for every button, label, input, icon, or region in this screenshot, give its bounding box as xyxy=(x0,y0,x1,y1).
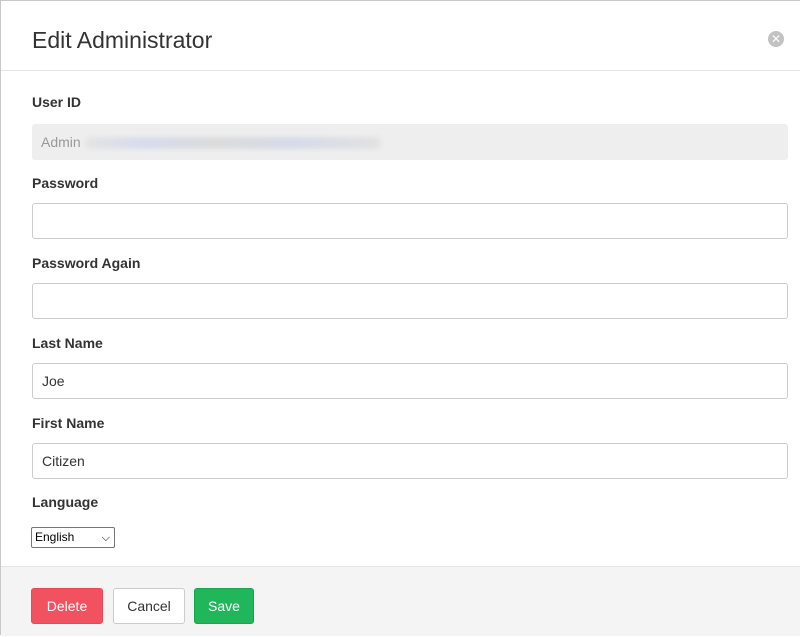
chevron-down-icon: ⌵ xyxy=(101,532,110,544)
dialog-header: Edit Administrator ✕ xyxy=(1,1,800,71)
dialog-footer: Delete Cancel Save xyxy=(1,566,800,636)
last-name-label: Last Name xyxy=(32,335,103,351)
dialog-title: Edit Administrator xyxy=(32,27,213,53)
language-select[interactable]: English ⌵ xyxy=(31,527,115,548)
password-again-label: Password Again xyxy=(32,255,141,271)
close-icon[interactable]: ✕ xyxy=(768,31,784,47)
language-selected-value: English xyxy=(35,530,75,544)
user-id-field: Admin xyxy=(32,124,788,160)
password-again-field[interactable] xyxy=(32,283,788,319)
delete-button[interactable]: Delete xyxy=(31,588,103,624)
cancel-button[interactable]: Cancel xyxy=(113,588,185,624)
first-name-label: First Name xyxy=(32,415,105,431)
save-button[interactable]: Save xyxy=(194,588,254,624)
user-id-value: Admin xyxy=(41,134,81,150)
password-label: Password xyxy=(32,175,99,191)
password-field[interactable] xyxy=(32,203,788,239)
language-label: Language xyxy=(32,494,99,510)
first-name-field[interactable] xyxy=(32,443,788,479)
redacted-text xyxy=(84,137,381,150)
edit-administrator-dialog: Edit Administrator ✕ User ID Admin Passw… xyxy=(0,0,800,636)
user-id-label: User ID xyxy=(32,94,82,110)
last-name-field[interactable] xyxy=(32,363,788,399)
